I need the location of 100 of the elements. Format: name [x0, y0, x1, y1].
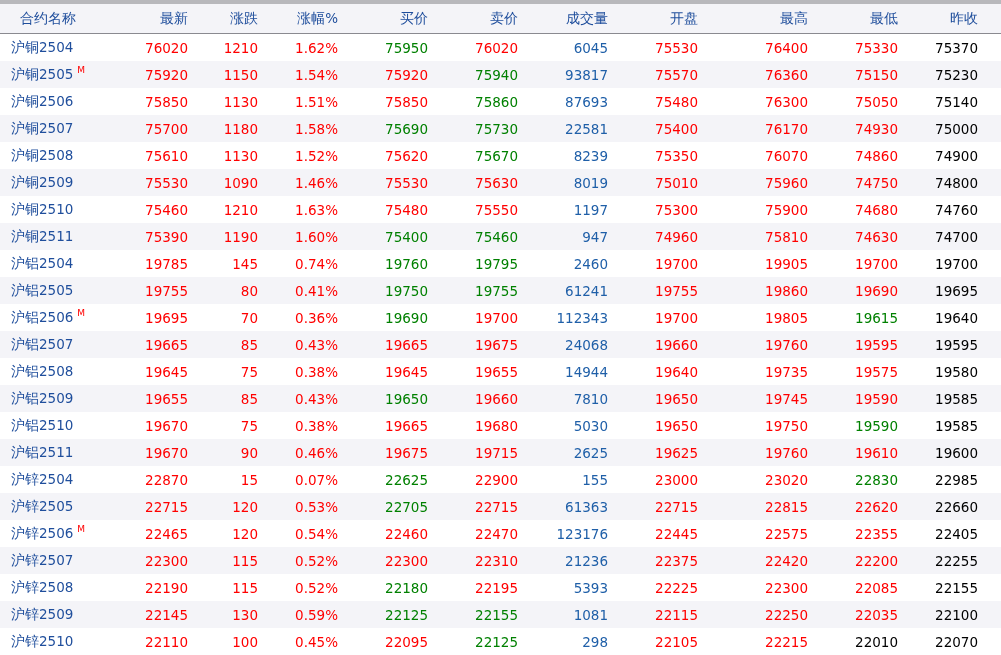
table-cell-text: 76170 — [764, 120, 808, 137]
column-header[interactable]: 开盘 — [608, 9, 698, 28]
contract-name[interactable]: 沪铝2506 — [11, 308, 74, 327]
table-cell-text: 75960 — [764, 174, 808, 191]
table-cell-text: 5030 — [572, 417, 608, 434]
table-cell-text: 76020 — [474, 39, 518, 56]
table-cell-text: 19785 — [144, 255, 188, 272]
table-cell-text: 298 — [581, 633, 608, 650]
table-cell-text: 19795 — [474, 255, 518, 272]
table-cell-text: 74630 — [854, 228, 898, 245]
table-cell-text: 75150 — [854, 66, 898, 83]
table-cell-text: 22870 — [144, 471, 188, 488]
column-header[interactable]: 最低 — [808, 9, 898, 28]
table-cell-text: 1.46% — [294, 174, 338, 191]
table-cell-text: 23020 — [764, 471, 808, 488]
table-cell-text: 112343 — [555, 309, 608, 326]
table-cell-text: 75010 — [654, 174, 698, 191]
table-cell-text: 19805 — [764, 309, 808, 326]
table-cell-text: 0.43% — [294, 390, 338, 407]
table-cell-text: 22830 — [854, 471, 898, 488]
table-cell-text: 19700 — [474, 309, 518, 326]
column-header[interactable]: 合约名称 — [0, 9, 130, 28]
table-cell-text: 74960 — [654, 228, 698, 245]
contract-name[interactable]: 沪锌2509 — [11, 605, 74, 624]
table-cell-text: 19860 — [764, 282, 808, 299]
table-cell-text: 1130 — [222, 147, 258, 164]
contract-name[interactable]: 沪锌2508 — [11, 578, 74, 597]
contract-name[interactable]: 沪锌2507 — [11, 551, 74, 570]
contract-name[interactable]: 沪铜2507 — [11, 119, 74, 138]
contract-name[interactable]: 沪铜2509 — [11, 173, 74, 192]
table-cell-text: 76300 — [764, 93, 808, 110]
table-cell-text: 19640 — [934, 309, 978, 326]
contract-name[interactable]: 沪锌2506 — [11, 524, 74, 543]
table-cell-text: 24068 — [564, 336, 608, 353]
column-header[interactable]: 涨跌 — [188, 9, 258, 28]
table-cell-text: 75460 — [474, 228, 518, 245]
contract-name[interactable]: 沪锌2510 — [11, 632, 74, 651]
table-cell-text: 120 — [231, 498, 258, 515]
table-cell-text: 1.62% — [294, 39, 338, 56]
contract-name[interactable]: 沪铝2504 — [11, 254, 74, 273]
contract-name[interactable]: 沪铝2508 — [11, 362, 74, 381]
table-cell-text: 22405 — [934, 525, 978, 542]
contract-name[interactable]: 沪铜2504 — [11, 38, 74, 57]
contract-name[interactable]: 沪铜2505 — [11, 65, 74, 84]
column-header[interactable]: 最高 — [698, 9, 808, 28]
column-header[interactable]: 卖价 — [428, 9, 518, 28]
table-cell-text: 22190 — [144, 579, 188, 596]
table-cell-text: 75480 — [654, 93, 698, 110]
contract-name[interactable]: 沪铜2506 — [11, 92, 74, 111]
table-cell-text: 19680 — [474, 417, 518, 434]
table-cell-text: 22200 — [854, 552, 898, 569]
table-cell-text: 75330 — [854, 39, 898, 56]
table-cell-text: 75920 — [384, 66, 428, 83]
table-cell-text: 15 — [239, 471, 258, 488]
contract-name[interactable]: 沪铝2509 — [11, 389, 74, 408]
table-cell-text: 75570 — [654, 66, 698, 83]
table-cell-text: 75000 — [934, 120, 978, 137]
table-cell-text: 22310 — [474, 552, 518, 569]
table-cell-text: 76020 — [144, 39, 188, 56]
table-cell-text: 19660 — [654, 336, 698, 353]
contract-name[interactable]: 沪铝2505 — [11, 281, 74, 300]
contract-name[interactable]: 沪铜2510 — [11, 200, 74, 219]
contract-name[interactable]: 沪铝2507 — [11, 335, 74, 354]
table-cell-text: 145 — [231, 255, 258, 272]
table-cell-text: 75 — [239, 363, 258, 380]
table-cell-text: 22715 — [144, 498, 188, 515]
table-cell-text: 19645 — [384, 363, 428, 380]
table-cell-text: 19905 — [764, 255, 808, 272]
table-cell-text: 75480 — [384, 201, 428, 218]
table-cell-text: 8019 — [572, 174, 608, 191]
table-cell-text: 75620 — [384, 147, 428, 164]
table-cell-text: 19655 — [144, 390, 188, 407]
table-cell-text: 74860 — [854, 147, 898, 164]
contract-name[interactable]: 沪铝2511 — [11, 443, 74, 462]
table-cell-text: 75950 — [384, 39, 428, 56]
table-cell-text: 0.46% — [294, 444, 338, 461]
contract-name[interactable]: 沪锌2504 — [11, 470, 74, 489]
table-cell-text: 115 — [231, 579, 258, 596]
column-header[interactable]: 昨收 — [898, 9, 978, 28]
table-cell-text: 19595 — [854, 336, 898, 353]
table-cell-text: 22625 — [384, 471, 428, 488]
table-cell-text: 19745 — [764, 390, 808, 407]
table-cell-text: 75050 — [854, 93, 898, 110]
table-cell-text: 19590 — [854, 390, 898, 407]
column-header[interactable]: 成交量 — [518, 9, 608, 28]
contract-name[interactable]: 沪铜2508 — [11, 146, 74, 165]
contract-name[interactable]: 沪铜2511 — [11, 227, 74, 246]
table-cell-text: 22705 — [384, 498, 428, 515]
table-cell-text: 19650 — [384, 390, 428, 407]
contract-name[interactable]: 沪锌2505 — [11, 497, 74, 516]
contract-name[interactable]: 沪铝2510 — [11, 416, 74, 435]
table-cell-text: 22095 — [384, 633, 428, 650]
table-cell-text: 19595 — [934, 336, 978, 353]
column-header[interactable]: 最新 — [130, 9, 188, 28]
table-cell-text: 1.51% — [294, 93, 338, 110]
column-header[interactable]: 买价 — [338, 9, 428, 28]
table-cell-text: 130 — [231, 606, 258, 623]
table-cell-text: 87693 — [564, 93, 608, 110]
table-cell-text: 19675 — [474, 336, 518, 353]
column-header[interactable]: 涨幅% — [258, 9, 338, 28]
